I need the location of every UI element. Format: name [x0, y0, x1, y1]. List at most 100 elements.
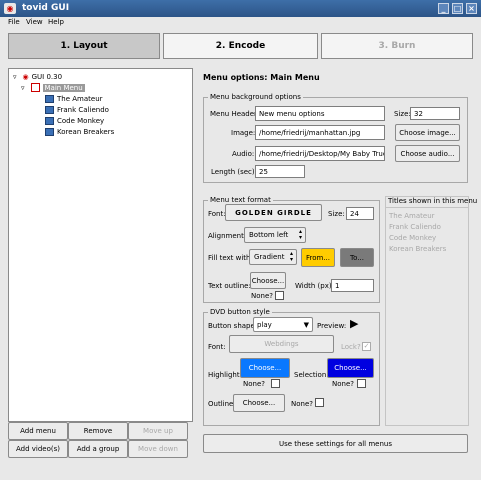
app-icon: ◉ [4, 3, 16, 14]
panel-heading: Menu options: Main Menu [203, 73, 320, 82]
button-outline-none-checkbox[interactable] [315, 398, 324, 407]
video-icon [45, 128, 54, 136]
highlight-none-checkbox[interactable] [271, 379, 280, 388]
menu-bar: File View Help [0, 17, 481, 29]
tab-layout[interactable]: 1. Layout [8, 33, 160, 59]
length-label: Length (sec): [211, 168, 257, 176]
shape-value: play [257, 320, 272, 329]
highlight-color-button[interactable]: Choose... [240, 358, 290, 378]
selection-label: Selection: [294, 371, 329, 379]
alignment-select[interactable]: Bottom left ▴ ▾ [244, 227, 306, 243]
image-label: Image: [231, 129, 256, 137]
minimize-icon[interactable]: _ [438, 3, 449, 14]
remove-button[interactable]: Remove [68, 422, 128, 440]
tab-encode[interactable]: 2. Encode [163, 33, 318, 59]
menu-icon [30, 83, 40, 92]
header-label: Menu Header: [210, 110, 260, 118]
close-icon[interactable]: × [466, 3, 477, 14]
tree-root-label: GUI 0.30 [31, 73, 63, 81]
alignment-value: Bottom left [249, 231, 289, 239]
collapse-icon[interactable]: ▿ [13, 73, 17, 81]
preview-label: Preview: [317, 322, 347, 330]
font-preview: GOLDEN GIRDLE [235, 208, 312, 217]
move-down-button[interactable]: Move down [128, 440, 188, 458]
from-color-button[interactable]: From... [301, 248, 335, 267]
title-item[interactable]: Code Monkey [389, 234, 436, 242]
tab-burn[interactable]: 3. Burn [321, 33, 473, 59]
maximize-icon[interactable]: □ [452, 3, 463, 14]
add-videos-button[interactable]: Add video(s) [8, 440, 68, 458]
outline-label: Text outline: [208, 282, 251, 290]
button-font-label: Font: [208, 343, 226, 351]
menu-view[interactable]: View [26, 18, 43, 26]
group-title: DVD button style [208, 308, 272, 316]
tree-video-item[interactable]: Code Monkey [45, 117, 104, 125]
add-group-button[interactable]: Add a group [68, 440, 128, 458]
choose-image-button[interactable]: Choose image... [395, 124, 460, 141]
tree-video-item[interactable]: Korean Breakers [45, 128, 114, 136]
video-icon [45, 117, 54, 125]
dropdown-arrow-icon: ▼ [303, 320, 309, 329]
header-input[interactable]: New menu options [255, 106, 385, 121]
shape-select[interactable]: play ▼ [253, 317, 313, 332]
lock-checkbox[interactable]: ✓ [362, 342, 371, 351]
play-preview-icon: ▶ [350, 317, 359, 330]
spinner-icon: ▴ ▾ [298, 228, 302, 241]
group-title: Menu text format [208, 196, 273, 204]
tree-video-item[interactable]: The Amateur [45, 95, 103, 103]
title-item[interactable]: Korean Breakers [389, 245, 446, 253]
text-size-input[interactable]: 24 [346, 207, 374, 220]
button-outline-label: Outline: [208, 400, 236, 408]
fill-select[interactable]: Gradient ▴ ▾ [249, 249, 297, 265]
selection-color-button[interactable]: Choose... [327, 358, 374, 378]
outline-width-label: Width (px): [295, 282, 334, 290]
fill-value: Gradient [254, 253, 285, 261]
image-path-input[interactable]: /home/friedrij/manhattan.jpg [255, 125, 385, 140]
apply-all-menus-button[interactable]: Use these settings for all menus [203, 434, 468, 453]
selection-none-label: None? [332, 380, 354, 388]
tree-root[interactable]: ▿ ◉ GUI 0.30 [13, 73, 62, 81]
lock-label: Lock? [341, 343, 361, 351]
outline-none-label: None? [251, 292, 273, 300]
button-outline-choose-button[interactable]: Choose... [233, 394, 285, 412]
menu-help[interactable]: Help [48, 18, 64, 26]
outline-width-input[interactable]: 1 [331, 279, 374, 292]
title-bar: ◉ tovid GUI _ □ × [0, 0, 481, 17]
outline-none-checkbox[interactable] [275, 291, 284, 300]
header-size-input[interactable]: 32 [410, 107, 460, 120]
add-menu-button[interactable]: Add menu [8, 422, 68, 440]
move-up-button[interactable]: Move up [128, 422, 188, 440]
audio-label: Audio: [232, 150, 255, 158]
menu-file[interactable]: File [8, 18, 20, 26]
tree-menu-main[interactable]: ▿ Main Menu [21, 83, 85, 92]
titles-list-header: Titles shown in this menu [388, 197, 478, 205]
highlight-label: Highlight: [208, 371, 242, 379]
header-size-label: Size: [394, 110, 411, 118]
title-item[interactable]: Frank Caliendo [389, 223, 441, 231]
collapse-icon[interactable]: ▿ [21, 84, 25, 92]
selection-none-checkbox[interactable] [357, 379, 366, 388]
text-size-label: Size: [328, 210, 345, 218]
button-font-button[interactable]: Webdings [229, 335, 334, 353]
tree-video-label: Frank Caliendo [57, 106, 109, 114]
choose-audio-button[interactable]: Choose audio... [395, 145, 460, 162]
alignment-label: Alignment: [208, 232, 247, 240]
to-color-button[interactable]: To... [340, 248, 374, 267]
gui-logo-icon: ◉ [22, 73, 29, 81]
window-title: tovid GUI [22, 3, 70, 13]
shape-label: Button shape: [208, 322, 258, 330]
audio-path-input[interactable]: /home/friedrij/Desktop/My Baby True.mp3 [255, 146, 385, 161]
menu-tree: ▿ ◉ GUI 0.30 ▿ Main Menu The Amateur Fra… [8, 68, 193, 422]
fill-label: Fill text with: [208, 254, 253, 262]
length-input[interactable]: 25 [255, 165, 305, 178]
tree-video-item[interactable]: Frank Caliendo [45, 106, 109, 114]
font-label: Font: [208, 210, 226, 218]
title-item[interactable]: The Amateur [389, 212, 435, 220]
font-chooser-button[interactable]: GOLDEN GIRDLE [225, 204, 322, 221]
outline-choose-button[interactable]: Choose... [250, 272, 286, 289]
tree-video-label: Code Monkey [57, 117, 105, 125]
tree-video-label: Korean Breakers [57, 128, 115, 136]
highlight-none-label: None? [243, 380, 265, 388]
video-icon [45, 106, 54, 114]
tree-video-label: The Amateur [57, 95, 103, 103]
